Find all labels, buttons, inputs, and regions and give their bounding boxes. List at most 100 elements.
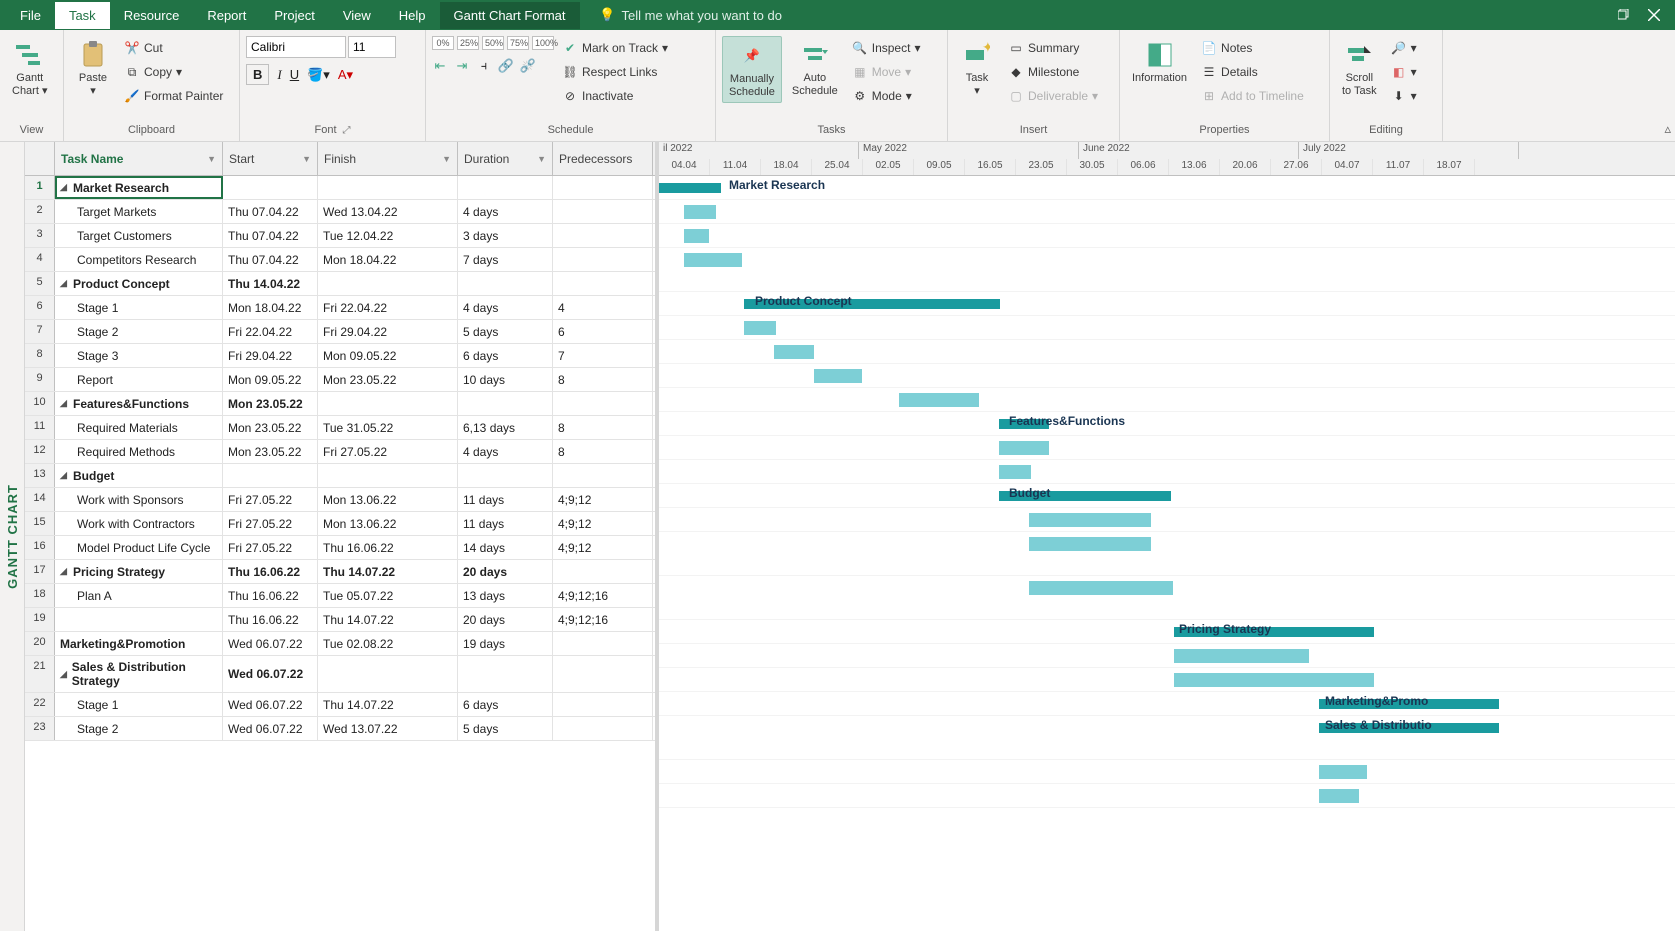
task-bar[interactable]: [774, 345, 814, 359]
mode-button[interactable]: ⚙Mode ▾: [848, 84, 925, 108]
cell-dur[interactable]: [458, 176, 553, 199]
cell-pred[interactable]: 6: [553, 320, 653, 343]
table-row[interactable]: 15Work with ContractorsFri 27.05.22Mon 1…: [25, 512, 655, 536]
cell-pred[interactable]: [553, 200, 653, 223]
cell-start[interactable]: [223, 176, 318, 199]
cell-start[interactable]: Mon 23.05.22: [223, 392, 318, 415]
cell-finish[interactable]: Thu 14.07.22: [318, 560, 458, 583]
cell-taskname[interactable]: Required Methods: [55, 440, 223, 463]
cell-pred[interactable]: [553, 392, 653, 415]
mark-on-track-button[interactable]: ✔Mark on Track ▾: [558, 36, 672, 60]
cell-start[interactable]: Fri 27.05.22: [223, 536, 318, 559]
tab-gantt-format[interactable]: Gantt Chart Format: [440, 2, 580, 29]
cell-finish[interactable]: Mon 13.06.22: [318, 512, 458, 535]
row-number[interactable]: 14: [25, 488, 55, 511]
cell-pred[interactable]: 4;9;12: [553, 512, 653, 535]
cell-pred[interactable]: [553, 560, 653, 583]
collapse-ribbon-icon[interactable]: ▵: [1664, 121, 1671, 137]
cell-pred[interactable]: [553, 693, 653, 716]
cell-start[interactable]: Fri 29.04.22: [223, 344, 318, 367]
cell-finish[interactable]: Thu 16.06.22: [318, 536, 458, 559]
task-bar[interactable]: [1029, 581, 1173, 595]
cell-finish[interactable]: [318, 392, 458, 415]
cell-pred[interactable]: [553, 632, 653, 655]
cell-dur[interactable]: 5 days: [458, 717, 553, 740]
cell-taskname[interactable]: ◢Budget: [55, 464, 223, 487]
pct-100-button[interactable]: 100%: [532, 36, 554, 50]
cell-start[interactable]: Mon 23.05.22: [223, 416, 318, 439]
cell-pred[interactable]: 8: [553, 416, 653, 439]
table-row[interactable]: 3Target CustomersThu 07.04.22Tue 12.04.2…: [25, 224, 655, 248]
cell-finish[interactable]: Mon 13.06.22: [318, 488, 458, 511]
task-bar[interactable]: [744, 321, 776, 335]
collapse-icon[interactable]: ◢: [60, 398, 70, 409]
collapse-icon[interactable]: ◢: [60, 669, 69, 680]
fill-button[interactable]: ⬇▾: [1387, 84, 1421, 108]
auto-schedule-button[interactable]: AutoSchedule: [786, 36, 844, 101]
cell-start[interactable]: Fri 27.05.22: [223, 512, 318, 535]
inactivate-button[interactable]: ⊘Inactivate: [558, 84, 672, 108]
table-row[interactable]: 6Stage 1Mon 18.04.22Fri 22.04.224 days4: [25, 296, 655, 320]
cell-dur[interactable]: 5 days: [458, 320, 553, 343]
summary-bar[interactable]: [659, 183, 721, 193]
cell-start[interactable]: Thu 07.04.22: [223, 248, 318, 271]
cell-taskname[interactable]: ◢Market Research: [55, 176, 223, 199]
cell-start[interactable]: Mon 18.04.22: [223, 296, 318, 319]
copy-button[interactable]: ⧉Copy ▾: [120, 60, 227, 84]
row-number[interactable]: 2: [25, 200, 55, 223]
tab-task[interactable]: Task: [55, 2, 110, 29]
row-number[interactable]: 11: [25, 416, 55, 439]
cell-pred[interactable]: [553, 176, 653, 199]
bold-button[interactable]: B: [246, 64, 269, 85]
table-row[interactable]: 7Stage 2Fri 22.04.22Fri 29.04.225 days6: [25, 320, 655, 344]
cell-pred[interactable]: 8: [553, 440, 653, 463]
table-row[interactable]: 8Stage 3Fri 29.04.22Mon 09.05.226 days7: [25, 344, 655, 368]
row-number[interactable]: 6: [25, 296, 55, 319]
format-painter-button[interactable]: 🖌️Format Painter: [120, 84, 227, 108]
cell-finish[interactable]: Fri 22.04.22: [318, 296, 458, 319]
cell-taskname[interactable]: Stage 1: [55, 693, 223, 716]
cell-start[interactable]: Mon 09.05.22: [223, 368, 318, 391]
row-number[interactable]: 1: [25, 176, 55, 199]
task-bar[interactable]: [684, 205, 716, 219]
paste-button[interactable]: Paste▾: [70, 36, 116, 101]
row-number[interactable]: 21: [25, 656, 55, 692]
task-bar[interactable]: [1029, 513, 1151, 527]
gantt-chart-button[interactable]: GanttChart ▾: [6, 36, 53, 101]
underline-button[interactable]: U: [290, 67, 299, 82]
row-number[interactable]: 17: [25, 560, 55, 583]
table-row[interactable]: 23Stage 2Wed 06.07.22Wed 13.07.225 days: [25, 717, 655, 741]
indent-icon[interactable]: ⇥: [454, 58, 470, 74]
cell-dur[interactable]: 7 days: [458, 248, 553, 271]
row-number[interactable]: 12: [25, 440, 55, 463]
col-predecessors[interactable]: Predecessors: [553, 142, 653, 175]
cell-dur[interactable]: [458, 272, 553, 295]
collapse-icon[interactable]: ◢: [60, 278, 70, 289]
cell-taskname[interactable]: Target Markets: [55, 200, 223, 223]
cell-dur[interactable]: 13 days: [458, 584, 553, 607]
task-bar[interactable]: [899, 393, 979, 407]
pct-0-button[interactable]: 0%: [432, 36, 454, 50]
cell-dur[interactable]: 6 days: [458, 693, 553, 716]
cell-pred[interactable]: [553, 464, 653, 487]
table-row[interactable]: 10◢Features&FunctionsMon 23.05.22: [25, 392, 655, 416]
cell-dur[interactable]: 20 days: [458, 560, 553, 583]
task-bar[interactable]: [684, 253, 742, 267]
cell-finish[interactable]: Wed 13.04.22: [318, 200, 458, 223]
split-icon[interactable]: ⫞: [476, 58, 492, 74]
cell-finish[interactable]: Thu 14.07.22: [318, 693, 458, 716]
font-color-button[interactable]: A▾: [338, 67, 353, 83]
manually-schedule-button[interactable]: 📌 ManuallySchedule: [722, 36, 782, 103]
tab-file[interactable]: File: [6, 2, 55, 29]
cell-taskname[interactable]: Work with Contractors: [55, 512, 223, 535]
row-number[interactable]: 15: [25, 512, 55, 535]
cell-taskname[interactable]: Required Materials: [55, 416, 223, 439]
table-row[interactable]: 4Competitors ResearchThu 07.04.22Mon 18.…: [25, 248, 655, 272]
cell-finish[interactable]: Mon 09.05.22: [318, 344, 458, 367]
col-finish[interactable]: Finish▼: [318, 142, 458, 175]
cell-finish[interactable]: Tue 05.07.22: [318, 584, 458, 607]
task-bar[interactable]: [1174, 649, 1309, 663]
task-bar[interactable]: [1319, 765, 1367, 779]
tab-help[interactable]: Help: [385, 2, 440, 29]
cell-start[interactable]: Thu 16.06.22: [223, 584, 318, 607]
